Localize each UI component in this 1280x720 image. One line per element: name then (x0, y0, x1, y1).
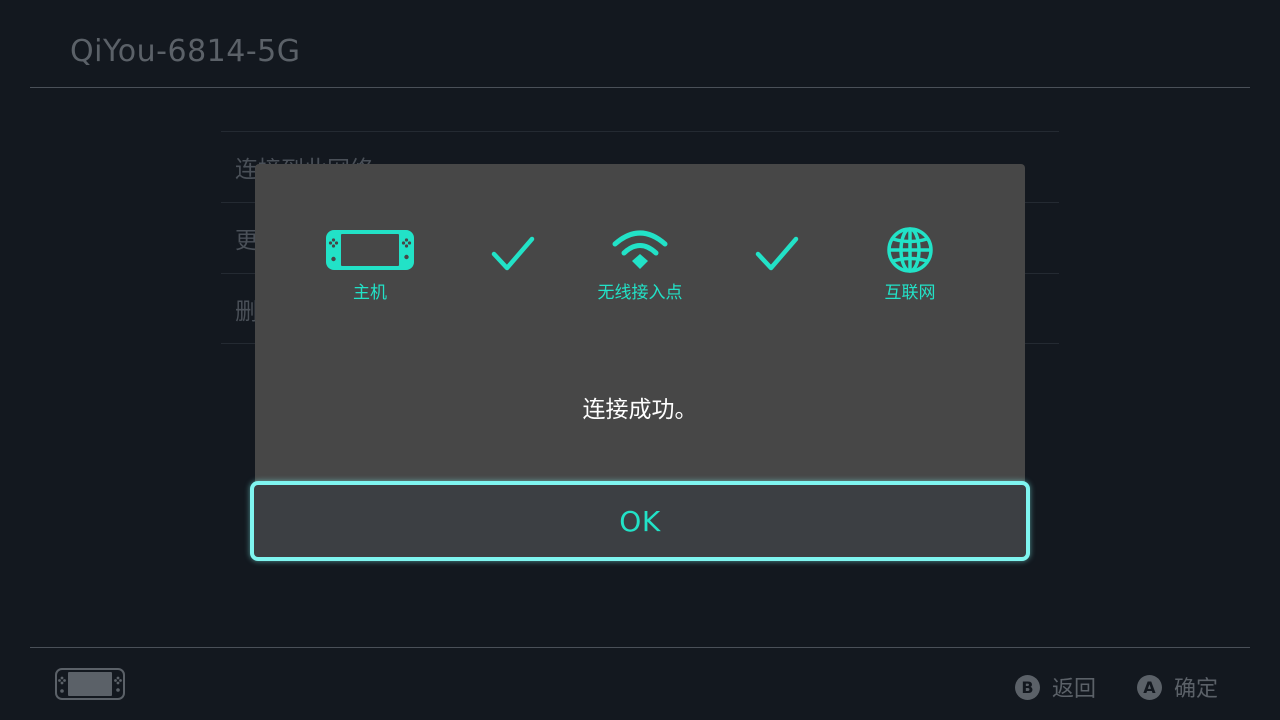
back-label: 返回 (1052, 677, 1097, 702)
console-icon (326, 230, 414, 270)
stage-access-point: 无线接入点 (550, 230, 730, 303)
stage-label-internet: 互联网 (884, 283, 936, 303)
status-message: 连接成功。 (582, 397, 698, 423)
ok-button-label: OK (619, 504, 661, 538)
footer-divider (30, 647, 1250, 648)
stage-internet: 互联网 (820, 227, 1000, 303)
a-button-icon: A (1137, 674, 1162, 700)
header-divider (30, 87, 1250, 88)
stage-label-access-point: 无线接入点 (597, 283, 683, 303)
back-hint[interactable]: B 返回 (1015, 671, 1096, 703)
page-title: QiYou-6814-5G (70, 34, 301, 69)
check-icon (755, 236, 799, 276)
b-button-icon: B (1015, 674, 1040, 700)
ok-button[interactable]: OK (250, 481, 1030, 561)
confirm-label: 确定 (1174, 677, 1219, 702)
check-icon (491, 236, 535, 276)
connection-test-dialog: 主机 无线接入点 互联网 连接成功。 (255, 164, 1025, 482)
confirm-hint[interactable]: A 确定 (1137, 671, 1218, 703)
stage-label-console: 主机 (353, 283, 387, 303)
globe-icon (886, 227, 934, 273)
console-icon (55, 668, 125, 704)
screen: QiYou-6814-5G 连接到此网络 更 删 (0, 0, 1280, 720)
stage-console: 主机 (280, 230, 460, 303)
wifi-icon (610, 230, 670, 270)
